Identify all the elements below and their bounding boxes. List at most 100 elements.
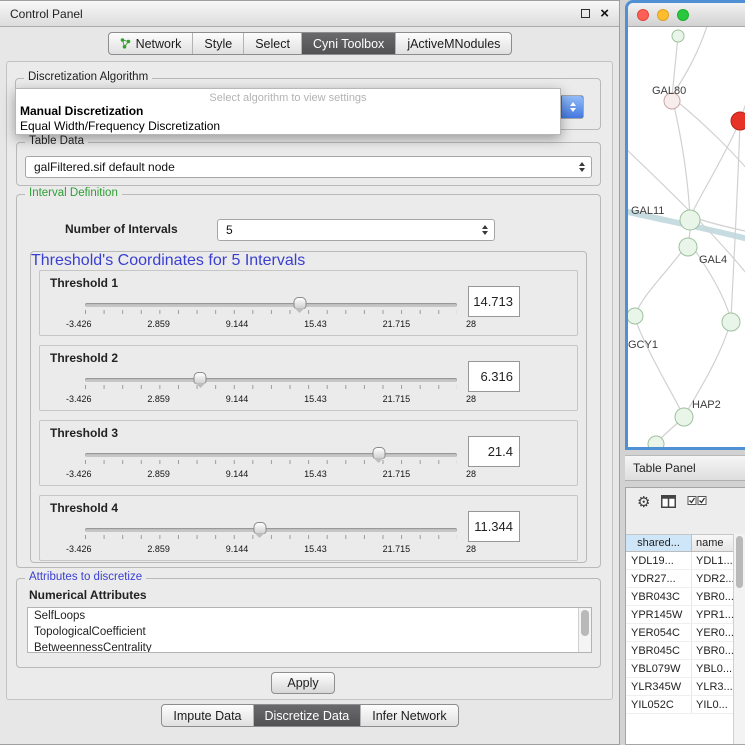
threshold-value-field[interactable]: 21.4 (468, 436, 520, 467)
dropdown-hint: Select algorithm to view settings (16, 89, 560, 104)
network-window-titlebar[interactable] (628, 3, 745, 27)
network-node[interactable] (679, 238, 697, 256)
control-panel-window: Control Panel × Network Style Select Cyn… (0, 0, 620, 745)
network-node-selected[interactable] (731, 112, 745, 130)
threshold-slider[interactable] (85, 371, 457, 393)
table-row[interactable]: YIL052CYIL0... (626, 696, 733, 714)
column-header-shared-name[interactable]: shared... (626, 535, 692, 551)
slider-handle[interactable] (293, 297, 306, 309)
traffic-light-zoom-icon[interactable] (677, 9, 689, 21)
attributes-list[interactable]: SelfLoops TopologicalCoefficient Between… (27, 607, 592, 653)
cell-shared-name[interactable]: YER054C (626, 624, 692, 641)
table-row[interactable]: YBR045CYBR0... (626, 642, 733, 660)
tab-network[interactable]: Network (109, 33, 193, 54)
tab-select[interactable]: Select (243, 33, 301, 54)
cell-name[interactable]: YDR2... (692, 570, 733, 587)
tab-discretize-data[interactable]: Discretize Data (253, 705, 361, 726)
table-panel-window: ⚙ shared... name YDL19...YDL1... YDR27..… (625, 487, 745, 745)
traffic-light-close-icon[interactable] (637, 9, 649, 21)
interval-definition-group: Interval Definition Number of Intervals … (16, 194, 601, 568)
threshold-slider[interactable] (85, 521, 457, 543)
cell-name[interactable]: YDL1... (692, 552, 733, 569)
attributes-scrollbar[interactable] (578, 608, 591, 652)
list-item[interactable]: BetweennessCentrality (28, 640, 591, 653)
network-node[interactable] (628, 308, 643, 324)
cell-name[interactable]: YLR3... (692, 678, 733, 695)
table-row[interactable]: YDR27...YDR2... (626, 570, 733, 588)
table-columns-icon[interactable] (661, 495, 676, 508)
network-node[interactable] (675, 408, 693, 426)
column-header-name[interactable]: name (692, 535, 733, 551)
list-item[interactable]: TopologicalCoefficient (28, 624, 591, 640)
scale-tick-label: 15.43 (304, 394, 327, 404)
threshold-label: Threshold 1 (50, 276, 118, 290)
cell-name[interactable]: YER0... (692, 624, 733, 641)
cell-shared-name[interactable]: YDR27... (626, 570, 692, 587)
network-canvas[interactable]: GAL80 GAL11 GAL4 GCY1 HAP2 (628, 27, 745, 447)
list-item[interactable]: SelfLoops (28, 608, 591, 624)
table-row[interactable]: YER054CYER0... (626, 624, 733, 642)
select-columns-checkboxes-icon[interactable] (687, 495, 707, 507)
tab-infer-network[interactable]: Infer Network (360, 705, 457, 726)
apply-button[interactable]: Apply (271, 672, 335, 694)
table-row[interactable]: YBL079WYBL0... (626, 660, 733, 678)
network-node[interactable] (648, 436, 664, 450)
threshold-value-field[interactable]: 6.316 (468, 361, 520, 392)
float-window-icon[interactable] (581, 9, 590, 18)
cell-shared-name[interactable]: YPR145W (626, 606, 692, 623)
cell-shared-name[interactable]: YBR045C (626, 642, 692, 659)
cell-name[interactable]: YIL0... (692, 696, 733, 713)
table-scrollbar[interactable] (733, 534, 745, 744)
cell-name[interactable]: YBR0... (692, 588, 733, 605)
network-edge[interactable] (672, 97, 690, 217)
cell-shared-name[interactable]: YIL052C (626, 696, 692, 713)
slider-handle[interactable] (372, 447, 385, 459)
threshold-slider[interactable] (85, 446, 457, 468)
threshold-slider[interactable] (85, 296, 457, 318)
table-row[interactable]: YPR145WYPR1... (626, 606, 733, 624)
network-edge[interactable] (731, 121, 740, 319)
tab-label: Cyni Toolbox (313, 37, 384, 51)
threshold-value-field[interactable]: 14.713 (468, 286, 520, 317)
table-row[interactable]: YDL19...YDL1... (626, 552, 733, 570)
gear-icon[interactable]: ⚙ (637, 495, 650, 510)
cell-shared-name[interactable]: YLR345W (626, 678, 692, 695)
tab-cyni-toolbox[interactable]: Cyni Toolbox (301, 33, 395, 54)
slider-handle[interactable] (253, 522, 266, 534)
cell-name[interactable]: YPR1... (692, 606, 733, 623)
network-node[interactable] (672, 30, 684, 42)
slider-handle[interactable] (194, 372, 207, 384)
network-icon (120, 38, 131, 49)
table-row[interactable]: YLR345WYLR3... (626, 678, 733, 696)
combo-stepper-icon[interactable] (561, 95, 584, 119)
network-edge[interactable] (636, 243, 688, 313)
table-row[interactable]: YBR043CYBR0... (626, 588, 733, 606)
dropdown-option-equal-width[interactable]: Equal Width/Frequency Discretization (16, 119, 560, 134)
cell-name[interactable]: YBL0... (692, 660, 733, 677)
network-edge[interactable] (692, 121, 740, 213)
cell-shared-name[interactable]: YBR043C (626, 588, 692, 605)
table-data-combo[interactable]: galFiltered.sif default node (25, 156, 592, 178)
cell-shared-name[interactable]: YDL19... (626, 552, 692, 569)
threshold-value-field[interactable]: 11.344 (468, 511, 520, 542)
scrollbar-thumb[interactable] (736, 536, 743, 588)
scale-tick-label: 15.43 (304, 469, 327, 479)
num-intervals-combo[interactable]: 5 (217, 219, 495, 241)
scale-tick-label: 28 (466, 319, 476, 329)
thresholds-group: Threshold's Coordinates for 5 Intervals … (30, 251, 587, 563)
close-icon[interactable]: × (600, 6, 609, 21)
traffic-light-minimize-icon[interactable] (657, 9, 669, 21)
scale-tick-label: 28 (466, 394, 476, 404)
tab-style[interactable]: Style (192, 33, 243, 54)
cell-shared-name[interactable]: YBL079W (626, 660, 692, 677)
network-node[interactable] (722, 313, 740, 331)
tab-impute-data[interactable]: Impute Data (162, 705, 252, 726)
tab-jactivemnodules[interactable]: jActiveMNodules (395, 33, 511, 54)
network-edge[interactable] (635, 319, 682, 413)
scale-tick-label: 2.859 (147, 319, 170, 329)
cell-name[interactable]: YBR0... (692, 642, 733, 659)
network-node[interactable] (680, 210, 700, 230)
dropdown-option-manual[interactable]: Manual Discretization (16, 104, 560, 119)
algorithm-dropdown-popup: Select algorithm to view settings Manual… (15, 88, 561, 135)
scrollbar-thumb[interactable] (581, 610, 589, 636)
